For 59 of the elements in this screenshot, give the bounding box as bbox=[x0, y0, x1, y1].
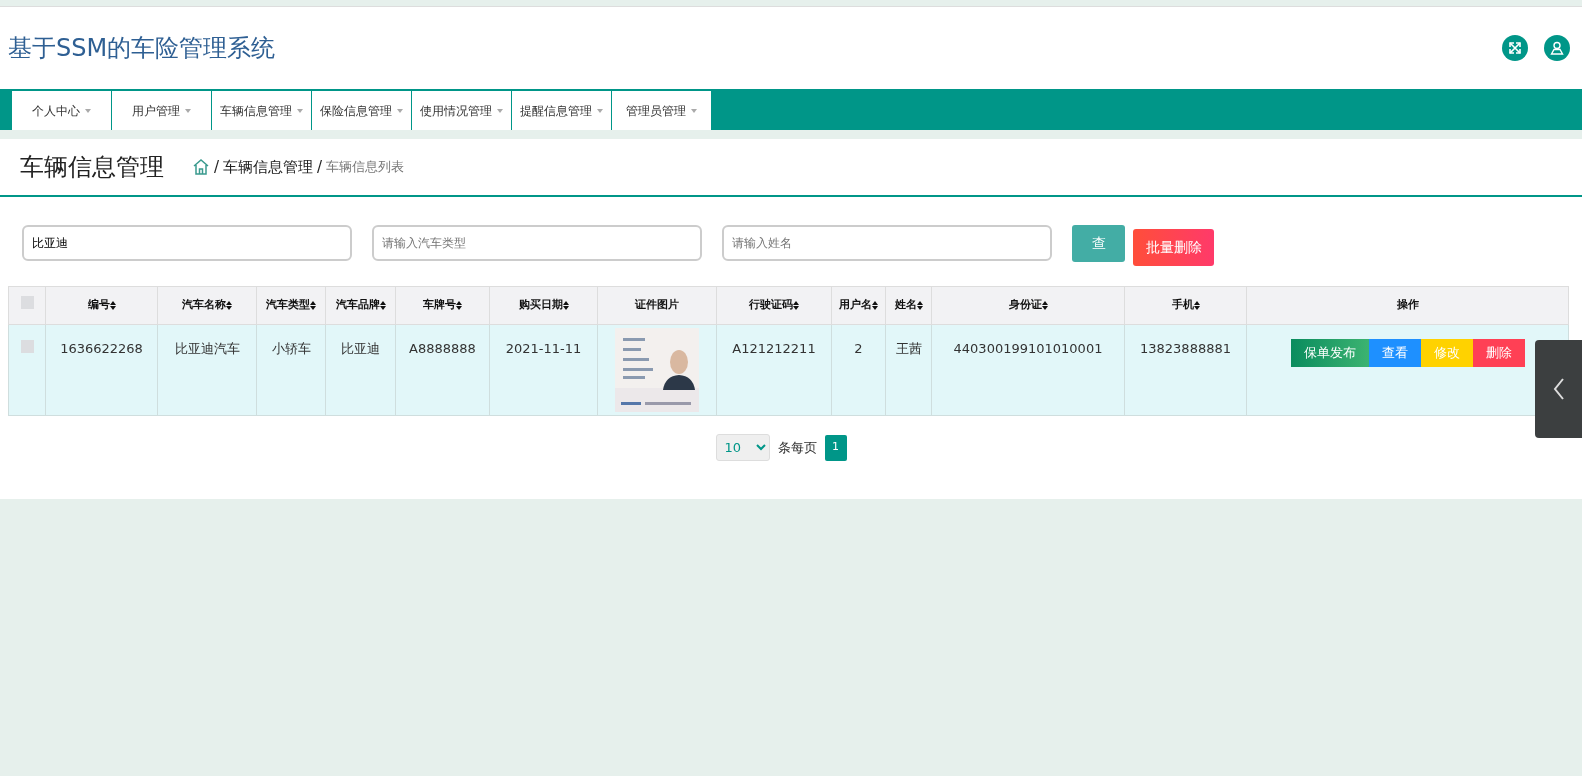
breadcrumb-link[interactable]: 车辆信息管理 bbox=[223, 155, 314, 179]
system-title: 基于SSM的车险管理系统 bbox=[8, 33, 276, 64]
nav-menu-item[interactable]: 使用情况管理 bbox=[412, 91, 512, 130]
sort-icon[interactable] bbox=[916, 300, 923, 310]
user-button[interactable] bbox=[1544, 35, 1570, 61]
table-cell: 2021-11-11 bbox=[505, 341, 582, 356]
user-icon bbox=[1550, 41, 1564, 55]
column-header: 操作 bbox=[1396, 298, 1419, 312]
column-header[interactable]: 手机 bbox=[1171, 298, 1194, 312]
sort-icon[interactable] bbox=[226, 300, 232, 310]
sort-icon[interactable] bbox=[379, 300, 386, 310]
table-cell: 440300199101010001 bbox=[953, 341, 1103, 356]
sort-icon[interactable] bbox=[1041, 300, 1048, 310]
nav-menu-item[interactable]: 提醒信息管理 bbox=[512, 91, 612, 130]
column-header[interactable]: 车牌号 bbox=[423, 298, 456, 312]
table-cell: A8888888 bbox=[409, 341, 476, 356]
search-field[interactable]: 请输入姓名 bbox=[722, 225, 1052, 261]
column-header[interactable]: 购买日期 bbox=[518, 298, 563, 312]
nav-menu-item[interactable]: 个人中心 bbox=[12, 91, 112, 130]
publish-button[interactable]: 保单发布 bbox=[1290, 339, 1369, 367]
nav-menu-item[interactable]: 保险信息管理 bbox=[312, 91, 412, 130]
page-button[interactable]: 1 bbox=[824, 434, 847, 461]
sort-icon[interactable] bbox=[109, 300, 116, 310]
table-cell: 比亚迪 bbox=[341, 341, 380, 356]
home-icon[interactable] bbox=[192, 158, 210, 176]
column-header[interactable]: 身份证 bbox=[1008, 298, 1042, 312]
side-panel-toggle[interactable] bbox=[1535, 340, 1582, 438]
per-page-label: 条每页 bbox=[777, 438, 817, 457]
nav-menu-item[interactable]: 管理员管理 bbox=[612, 91, 712, 130]
table-cell: 2 bbox=[854, 341, 863, 356]
sort-icon[interactable] bbox=[310, 300, 316, 310]
table-cell: 王茜 bbox=[895, 341, 922, 356]
column-header[interactable]: 行驶证码 bbox=[749, 298, 793, 312]
table-cell: 13823888881 bbox=[1140, 341, 1231, 356]
table-cell: A121212211 bbox=[732, 341, 816, 356]
chevron-left-icon bbox=[1551, 377, 1566, 401]
sort-icon[interactable] bbox=[1193, 300, 1200, 310]
column-header[interactable]: 姓名 bbox=[894, 298, 917, 312]
sort-icon[interactable] bbox=[872, 300, 878, 310]
breadcrumb-separator: / bbox=[214, 156, 220, 178]
sort-icon[interactable] bbox=[562, 300, 569, 310]
page-title: 车辆信息管理 bbox=[20, 152, 164, 183]
table-cell: 比亚迪汽车 bbox=[174, 341, 240, 356]
breadcrumb-current: 车辆信息列表 bbox=[326, 158, 405, 177]
search-field[interactable]: 请输入汽车类型 bbox=[372, 225, 702, 261]
table-cell: 1636622268 bbox=[60, 341, 143, 356]
fullscreen-button[interactable] bbox=[1502, 35, 1528, 61]
breadcrumb-separator: / bbox=[317, 156, 323, 178]
search-field[interactable]: 比亚迪 bbox=[22, 225, 352, 261]
sort-icon[interactable] bbox=[456, 300, 462, 310]
nav-menu-item[interactable]: 车辆信息管理 bbox=[212, 91, 312, 130]
table-cell: 小轿车 bbox=[271, 341, 311, 356]
nav-menu-item[interactable]: 用户管理 bbox=[112, 91, 212, 130]
column-header: 证件图片 bbox=[635, 298, 679, 312]
expand-arrows-icon bbox=[1508, 41, 1522, 55]
row-checkbox[interactable] bbox=[20, 340, 34, 353]
column-header[interactable]: 汽车名称 bbox=[182, 298, 226, 312]
sort-icon[interactable] bbox=[793, 300, 799, 310]
column-header[interactable]: 编号 bbox=[87, 298, 110, 312]
